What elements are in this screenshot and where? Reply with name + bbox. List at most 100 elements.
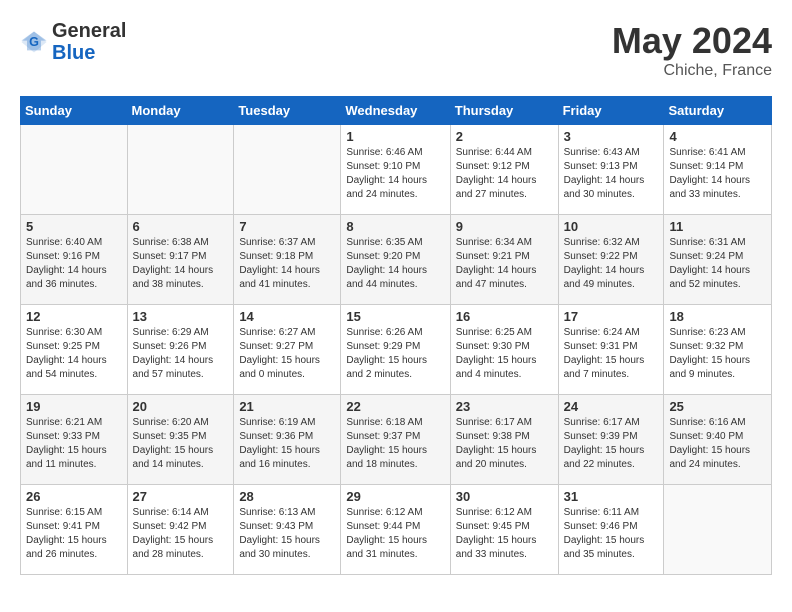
calendar-cell: 20Sunrise: 6:20 AM Sunset: 9:35 PM Dayli… bbox=[127, 395, 234, 485]
day-number: 23 bbox=[456, 399, 553, 414]
header-row: SundayMondayTuesdayWednesdayThursdayFrid… bbox=[21, 97, 772, 125]
day-number: 21 bbox=[239, 399, 335, 414]
day-info: Sunrise: 6:29 AM Sunset: 9:26 PM Dayligh… bbox=[133, 326, 229, 382]
weekday-header: Wednesday bbox=[341, 97, 450, 125]
day-info: Sunrise: 6:21 AM Sunset: 9:33 PM Dayligh… bbox=[26, 416, 122, 472]
calendar-cell: 29Sunrise: 6:12 AM Sunset: 9:44 PM Dayli… bbox=[341, 485, 450, 575]
calendar-week-row: 1 Sunrise: 6:46 AM Sunset: 9:10 PM Daylig… bbox=[21, 125, 772, 215]
day-info: Sunrise: 6:46 AM Sunset: 9:10 PM Dayligh… bbox=[346, 146, 444, 202]
calendar-cell: 12 Sunrise: 6:30 AM Sunset: 9:25 PM Dayli… bbox=[21, 305, 128, 395]
day-number: 5 bbox=[26, 219, 122, 234]
weekday-header: Monday bbox=[127, 97, 234, 125]
calendar-cell: 18Sunrise: 6:23 AM Sunset: 9:32 PM Dayli… bbox=[664, 305, 772, 395]
title-block: May 2024 Chiche, France bbox=[612, 20, 772, 80]
calendar-week-row: 12 Sunrise: 6:30 AM Sunset: 9:25 PM Dayli… bbox=[21, 305, 772, 395]
day-info: Sunrise: 6:20 AM Sunset: 9:35 PM Dayligh… bbox=[133, 416, 229, 472]
calendar-cell: 8Sunrise: 6:35 AM Sunset: 9:20 PM Daylig… bbox=[341, 215, 450, 305]
day-number: 7 bbox=[239, 219, 335, 234]
day-number: 15 bbox=[346, 309, 444, 324]
day-info: Sunrise: 6:14 AM Sunset: 9:42 PM Dayligh… bbox=[133, 506, 229, 562]
logo-general-text: General bbox=[52, 20, 126, 42]
weekday-header: Saturday bbox=[664, 97, 772, 125]
day-info: Sunrise: 6:24 AM Sunset: 9:31 PM Dayligh… bbox=[564, 326, 659, 382]
calendar-cell: 5 Sunrise: 6:40 AM Sunset: 9:16 PM Daylig… bbox=[21, 215, 128, 305]
day-number: 1 bbox=[346, 129, 444, 144]
day-number: 24 bbox=[564, 399, 659, 414]
day-number: 27 bbox=[133, 489, 229, 504]
day-info: Sunrise: 6:37 AM Sunset: 9:18 PM Dayligh… bbox=[239, 236, 335, 292]
day-info: Sunrise: 6:30 AM Sunset: 9:25 PM Dayligh… bbox=[26, 326, 122, 382]
day-number: 18 bbox=[669, 309, 766, 324]
calendar-cell bbox=[127, 125, 234, 215]
day-info: Sunrise: 6:38 AM Sunset: 9:17 PM Dayligh… bbox=[133, 236, 229, 292]
day-number: 17 bbox=[564, 309, 659, 324]
page-header: G General Blue May 2024 Chiche, France bbox=[20, 20, 772, 80]
day-info: Sunrise: 6:31 AM Sunset: 9:24 PM Dayligh… bbox=[669, 236, 766, 292]
day-number: 11 bbox=[669, 219, 766, 234]
calendar-cell: 23 Sunrise: 6:17 AM Sunset: 9:38 PM Dayli… bbox=[450, 395, 558, 485]
day-info: Sunrise: 6:16 AM Sunset: 9:40 PM Dayligh… bbox=[669, 416, 766, 472]
day-info: Sunrise: 6:19 AM Sunset: 9:36 PM Dayligh… bbox=[239, 416, 335, 472]
day-number: 19 bbox=[26, 399, 122, 414]
day-info: Sunrise: 6:12 AM Sunset: 9:45 PM Dayligh… bbox=[456, 506, 553, 562]
calendar-cell: 26 Sunrise: 6:15 AM Sunset: 9:41 PM Dayli… bbox=[21, 485, 128, 575]
calendar-cell: 19 Sunrise: 6:21 AM Sunset: 9:33 PM Dayli… bbox=[21, 395, 128, 485]
day-info: Sunrise: 6:17 AM Sunset: 9:39 PM Dayligh… bbox=[564, 416, 659, 472]
day-number: 14 bbox=[239, 309, 335, 324]
calendar-cell bbox=[21, 125, 128, 215]
day-info: Sunrise: 6:17 AM Sunset: 9:38 PM Dayligh… bbox=[456, 416, 553, 472]
calendar-cell: 17 Sunrise: 6:24 AM Sunset: 9:31 PM Dayli… bbox=[558, 305, 664, 395]
day-number: 25 bbox=[669, 399, 766, 414]
day-info: Sunrise: 6:44 AM Sunset: 9:12 PM Dayligh… bbox=[456, 146, 553, 202]
day-number: 28 bbox=[239, 489, 335, 504]
day-info: Sunrise: 6:13 AM Sunset: 9:43 PM Dayligh… bbox=[239, 506, 335, 562]
day-info: Sunrise: 6:15 AM Sunset: 9:41 PM Dayligh… bbox=[26, 506, 122, 562]
day-number: 9 bbox=[456, 219, 553, 234]
calendar-cell: 15 Sunrise: 6:26 AM Sunset: 9:29 PM Dayli… bbox=[341, 305, 450, 395]
day-number: 13 bbox=[133, 309, 229, 324]
day-info: Sunrise: 6:11 AM Sunset: 9:46 PM Dayligh… bbox=[564, 506, 659, 562]
calendar-cell: 21 Sunrise: 6:19 AM Sunset: 9:36 PM Dayli… bbox=[234, 395, 341, 485]
day-number: 3 bbox=[564, 129, 659, 144]
logo: G General Blue bbox=[20, 20, 126, 64]
calendar-cell: 3Sunrise: 6:43 AM Sunset: 9:13 PM Daylig… bbox=[558, 125, 664, 215]
day-number: 2 bbox=[456, 129, 553, 144]
weekday-header: Thursday bbox=[450, 97, 558, 125]
location-title: Chiche, France bbox=[612, 62, 772, 80]
calendar-cell: 24 Sunrise: 6:17 AM Sunset: 9:39 PM Dayli… bbox=[558, 395, 664, 485]
day-number: 4 bbox=[669, 129, 766, 144]
calendar-cell: 13 Sunrise: 6:29 AM Sunset: 9:26 PM Dayli… bbox=[127, 305, 234, 395]
day-number: 12 bbox=[26, 309, 122, 324]
calendar-cell: 1 Sunrise: 6:46 AM Sunset: 9:10 PM Daylig… bbox=[341, 125, 450, 215]
calendar-cell: 25 Sunrise: 6:16 AM Sunset: 9:40 PM Dayli… bbox=[664, 395, 772, 485]
calendar-cell: 16 Sunrise: 6:25 AM Sunset: 9:30 PM Dayli… bbox=[450, 305, 558, 395]
day-info: Sunrise: 6:25 AM Sunset: 9:30 PM Dayligh… bbox=[456, 326, 553, 382]
calendar-cell: 2 Sunrise: 6:44 AM Sunset: 9:12 PM Daylig… bbox=[450, 125, 558, 215]
day-number: 22 bbox=[346, 399, 444, 414]
day-number: 16 bbox=[456, 309, 553, 324]
day-info: Sunrise: 6:18 AM Sunset: 9:37 PM Dayligh… bbox=[346, 416, 444, 472]
day-info: Sunrise: 6:40 AM Sunset: 9:16 PM Dayligh… bbox=[26, 236, 122, 292]
day-number: 29 bbox=[346, 489, 444, 504]
weekday-header: Friday bbox=[558, 97, 664, 125]
day-info: Sunrise: 6:27 AM Sunset: 9:27 PM Dayligh… bbox=[239, 326, 335, 382]
day-number: 6 bbox=[133, 219, 229, 234]
calendar-cell bbox=[234, 125, 341, 215]
calendar-cell: 7 Sunrise: 6:37 AM Sunset: 9:18 PM Daylig… bbox=[234, 215, 341, 305]
day-info: Sunrise: 6:26 AM Sunset: 9:29 PM Dayligh… bbox=[346, 326, 444, 382]
calendar-cell: 9Sunrise: 6:34 AM Sunset: 9:21 PM Daylig… bbox=[450, 215, 558, 305]
calendar-cell: 14 Sunrise: 6:27 AM Sunset: 9:27 PM Dayli… bbox=[234, 305, 341, 395]
calendar-cell: 4Sunrise: 6:41 AM Sunset: 9:14 PM Daylig… bbox=[664, 125, 772, 215]
calendar-cell: 22 Sunrise: 6:18 AM Sunset: 9:37 PM Dayli… bbox=[341, 395, 450, 485]
weekday-header: Tuesday bbox=[234, 97, 341, 125]
calendar-cell: 30Sunrise: 6:12 AM Sunset: 9:45 PM Dayli… bbox=[450, 485, 558, 575]
month-title: May 2024 bbox=[612, 20, 772, 62]
calendar-cell: 27 Sunrise: 6:14 AM Sunset: 9:42 PM Dayli… bbox=[127, 485, 234, 575]
day-info: Sunrise: 6:35 AM Sunset: 9:20 PM Dayligh… bbox=[346, 236, 444, 292]
calendar-cell: 28 Sunrise: 6:13 AM Sunset: 9:43 PM Dayli… bbox=[234, 485, 341, 575]
logo-icon: G bbox=[20, 28, 48, 56]
calendar-table: SundayMondayTuesdayWednesdayThursdayFrid… bbox=[20, 96, 772, 575]
day-number: 31 bbox=[564, 489, 659, 504]
weekday-header: Sunday bbox=[21, 97, 128, 125]
day-number: 26 bbox=[26, 489, 122, 504]
